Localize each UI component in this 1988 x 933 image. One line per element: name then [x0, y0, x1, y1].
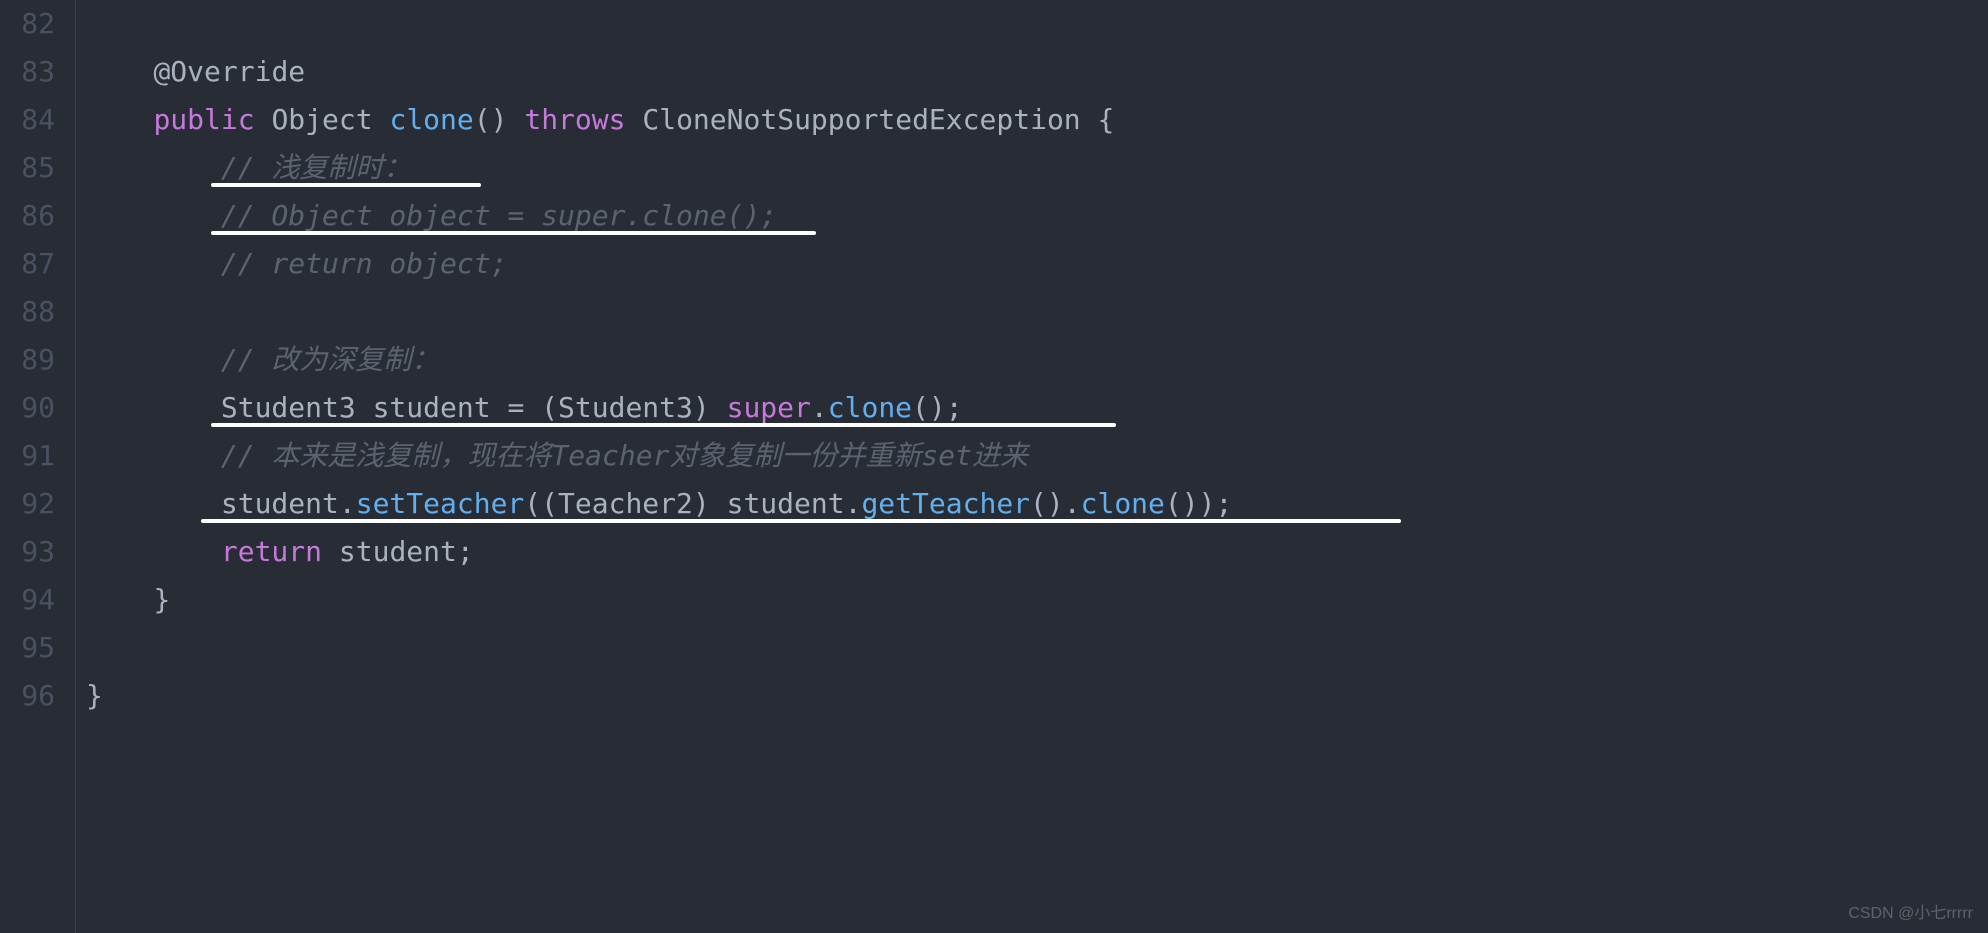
keyword-token: throws — [524, 103, 625, 136]
code-line: return student; — [86, 528, 1988, 576]
line-number: 92 — [0, 480, 55, 528]
watermark-text: CSDN @小七rrrrr — [1848, 899, 1973, 923]
code-line: } — [86, 576, 1988, 624]
annotation-underline — [211, 183, 481, 187]
comment-token: // 本来是浅复制，现在将Teacher对象复制一份并重新set进来 — [221, 439, 1028, 472]
keyword-token: public — [153, 103, 254, 136]
line-number: 83 — [0, 48, 55, 96]
function-token: getTeacher — [861, 487, 1030, 520]
code-line — [86, 624, 1988, 672]
annotation-underline — [201, 519, 1401, 523]
line-number: 91 — [0, 432, 55, 480]
code-area[interactable]: @Override public Object clone() throws C… — [76, 0, 1988, 933]
code-line: // 改为深复制： — [86, 336, 1988, 384]
comment-token: // return object; — [221, 247, 508, 280]
line-number: 89 — [0, 336, 55, 384]
code-line — [86, 288, 1988, 336]
line-number: 93 — [0, 528, 55, 576]
annotation-token: @Override — [153, 55, 305, 88]
function-token: clone — [828, 391, 912, 424]
comment-token: // 改为深复制： — [221, 343, 440, 376]
type-token: CloneNotSupportedException — [642, 103, 1080, 136]
type-token: Object — [271, 103, 372, 136]
line-number: 84 — [0, 96, 55, 144]
function-token: clone — [389, 103, 473, 136]
line-number: 82 — [0, 0, 55, 48]
code-line: } — [86, 672, 1988, 720]
comment-token: // Object object = super.clone(); — [221, 199, 777, 232]
function-token: clone — [1081, 487, 1165, 520]
code-line: public Object clone() throws CloneNotSup… — [86, 96, 1988, 144]
keyword-token: return — [221, 535, 322, 568]
annotation-underline — [211, 423, 1116, 427]
function-token: setTeacher — [356, 487, 525, 520]
line-number: 86 — [0, 192, 55, 240]
code-line — [86, 0, 1988, 48]
line-number: 96 — [0, 672, 55, 720]
comment-token: // 浅复制时： — [221, 151, 412, 184]
line-number: 85 — [0, 144, 55, 192]
code-editor: 82 83 84 85 86 87 88 89 90 91 92 93 94 9… — [0, 0, 1988, 933]
code-line: // return object; — [86, 240, 1988, 288]
annotation-underline — [211, 231, 816, 235]
line-number: 88 — [0, 288, 55, 336]
line-number: 94 — [0, 576, 55, 624]
line-number: 90 — [0, 384, 55, 432]
line-number-gutter: 82 83 84 85 86 87 88 89 90 91 92 93 94 9… — [0, 0, 76, 933]
line-number: 87 — [0, 240, 55, 288]
code-line: // 本来是浅复制，现在将Teacher对象复制一份并重新set进来 — [86, 432, 1988, 480]
code-line: @Override — [86, 48, 1988, 96]
keyword-token: super — [727, 391, 811, 424]
line-number: 95 — [0, 624, 55, 672]
